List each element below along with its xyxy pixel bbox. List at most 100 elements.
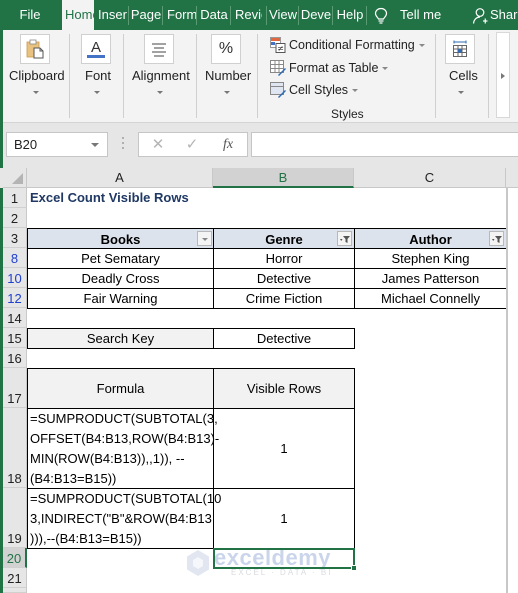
tab-help[interactable]: Help xyxy=(334,0,366,30)
table-header-genre[interactable]: Genre xyxy=(213,228,355,249)
enter-icon[interactable]: ✓ xyxy=(181,133,203,156)
table-cell[interactable]: Pet Sematary xyxy=(27,248,214,269)
ribbon-scroll-right-button[interactable] xyxy=(496,32,510,118)
row-header[interactable]: 2 xyxy=(3,208,27,228)
clipboard-group[interactable]: Clipboard xyxy=(0,30,70,123)
results-header-formula[interactable]: Formula xyxy=(27,368,214,409)
table-cell[interactable]: Crime Fiction xyxy=(213,288,355,309)
row-header[interactable]: 14 xyxy=(3,308,27,328)
tab-insert[interactable]: Insert xyxy=(96,0,127,30)
chevron-down-icon[interactable] xyxy=(91,143,99,147)
conditional-formatting-label: Conditional Formatting xyxy=(289,38,415,52)
alignment-button[interactable] xyxy=(144,34,174,64)
tab-view[interactable]: View xyxy=(268,0,298,30)
row-header[interactable]: 1 xyxy=(3,188,27,208)
formula-cell[interactable]: =SUMPRODUCT(SUBTOTAL(10 3,INDIRECT("B"&R… xyxy=(27,488,221,549)
row-header[interactable]: 21 xyxy=(3,568,27,588)
number-button[interactable]: % xyxy=(211,34,241,64)
active-cell-selection[interactable] xyxy=(213,548,355,569)
tell-me-button[interactable]: Tell me xyxy=(374,0,441,30)
row-number: 18 xyxy=(7,471,22,486)
font-button[interactable]: A xyxy=(81,34,111,64)
row-number: 3 xyxy=(10,231,19,246)
table-cell[interactable]: Fair Warning xyxy=(27,288,214,309)
table-cell[interactable]: Deadly Cross xyxy=(27,268,214,289)
filter-active-button[interactable] xyxy=(489,231,504,246)
tab-separator xyxy=(162,6,163,25)
formula-bar-resize-handle[interactable] xyxy=(122,137,125,153)
row-header[interactable]: 16 xyxy=(3,348,27,368)
search-key-value[interactable]: Detective xyxy=(213,328,355,349)
insert-function-icon[interactable]: fx xyxy=(217,133,239,156)
alignment-group[interactable]: Alignment xyxy=(124,30,196,123)
number-group[interactable]: % Number xyxy=(197,30,257,123)
number-label: Number xyxy=(205,68,252,83)
row-header[interactable]: 17 xyxy=(3,368,27,408)
column-header-b[interactable]: B xyxy=(213,168,354,188)
format-as-table-button[interactable]: Format as Table xyxy=(270,58,389,78)
table-cell[interactable]: James Patterson xyxy=(354,268,507,289)
formula-input[interactable] xyxy=(251,132,518,157)
select-all-button[interactable] xyxy=(3,168,27,188)
row-header[interactable] xyxy=(3,588,27,593)
row-header[interactable]: 3 xyxy=(3,228,27,248)
group-separator xyxy=(488,34,489,118)
watermark-tagline: EXCEL · DATA · BI xyxy=(231,568,333,577)
table-cell[interactable]: Michael Connelly xyxy=(354,288,507,309)
tab-label: Page xyxy=(130,7,162,22)
lightbulb-icon xyxy=(374,7,388,24)
name-box[interactable]: B20 xyxy=(6,132,108,157)
cells-button[interactable] xyxy=(445,34,475,64)
cells-group[interactable]: Cells xyxy=(436,30,488,123)
row-header[interactable]: 12 xyxy=(3,288,27,308)
row-header[interactable]: 15 xyxy=(3,328,27,348)
filter-funnel-icon xyxy=(340,236,350,243)
row-number: 16 xyxy=(7,351,22,366)
fill-handle[interactable] xyxy=(351,565,357,571)
formula-cell[interactable]: =SUMPRODUCT(SUBTOTAL(3, OFFSET(B4:B13,RO… xyxy=(27,408,219,489)
row-header-selected[interactable]: 20 xyxy=(3,548,27,568)
filter-active-button[interactable] xyxy=(337,231,352,246)
table-header-books[interactable]: Books xyxy=(27,228,214,249)
tab-review[interactable]: Revie xyxy=(232,0,262,30)
cell-styles-icon xyxy=(270,82,286,98)
conditional-formatting-button[interactable]: ≠ Conditional Formatting xyxy=(270,35,425,55)
row-header[interactable]: 18 xyxy=(3,408,27,488)
vertical-scrollbar-edge[interactable] xyxy=(506,188,508,593)
search-key-label[interactable]: Search Key xyxy=(27,328,214,349)
sheet-title[interactable]: Excel Count Visible Rows xyxy=(30,190,189,205)
table-cell[interactable]: Detective xyxy=(213,268,355,289)
ribbon-tab-bar: File Home Insert Page Form Data Revie Vi… xyxy=(0,0,518,30)
tab-separator xyxy=(230,6,231,25)
cells-icon xyxy=(453,40,467,57)
table-header-author[interactable]: Author xyxy=(354,228,507,249)
table-cell[interactable]: Horror xyxy=(213,248,355,269)
visible-rows-value[interactable]: 1 xyxy=(213,408,355,489)
font-group[interactable]: A Font xyxy=(70,30,124,123)
results-header-visible-rows[interactable]: Visible Rows xyxy=(213,368,355,409)
visible-rows-value[interactable]: 1 xyxy=(213,488,355,549)
table-cell[interactable]: Stephen King xyxy=(354,248,507,269)
row-header[interactable]: 10 xyxy=(3,268,27,288)
chevron-down-icon xyxy=(94,91,100,94)
filter-dropdown-button[interactable] xyxy=(197,231,212,246)
exceldemy-logo-icon xyxy=(187,550,209,576)
tab-home[interactable]: Home xyxy=(62,0,94,30)
tab-developer[interactable]: Deve xyxy=(300,0,332,30)
tab-separator xyxy=(196,6,197,25)
tab-data[interactable]: Data xyxy=(198,0,230,30)
row-header[interactable]: 19 xyxy=(3,488,27,548)
column-header-d[interactable] xyxy=(506,168,518,188)
share-button[interactable]: Share xyxy=(472,0,518,30)
column-header-a[interactable]: A xyxy=(27,168,213,188)
tab-formulas[interactable]: Form xyxy=(164,0,196,30)
cancel-icon[interactable]: ✕ xyxy=(147,133,169,156)
cell-styles-button[interactable]: Cell Styles xyxy=(270,80,359,100)
clipboard-button[interactable] xyxy=(20,34,50,64)
row-header[interactable]: 8 xyxy=(3,248,27,268)
tab-file[interactable]: File xyxy=(8,0,52,30)
alignment-label: Alignment xyxy=(132,68,190,83)
chevron-down-icon xyxy=(157,91,163,94)
column-header-c[interactable]: C xyxy=(354,168,506,188)
tab-page-layout[interactable]: Page xyxy=(130,0,162,30)
